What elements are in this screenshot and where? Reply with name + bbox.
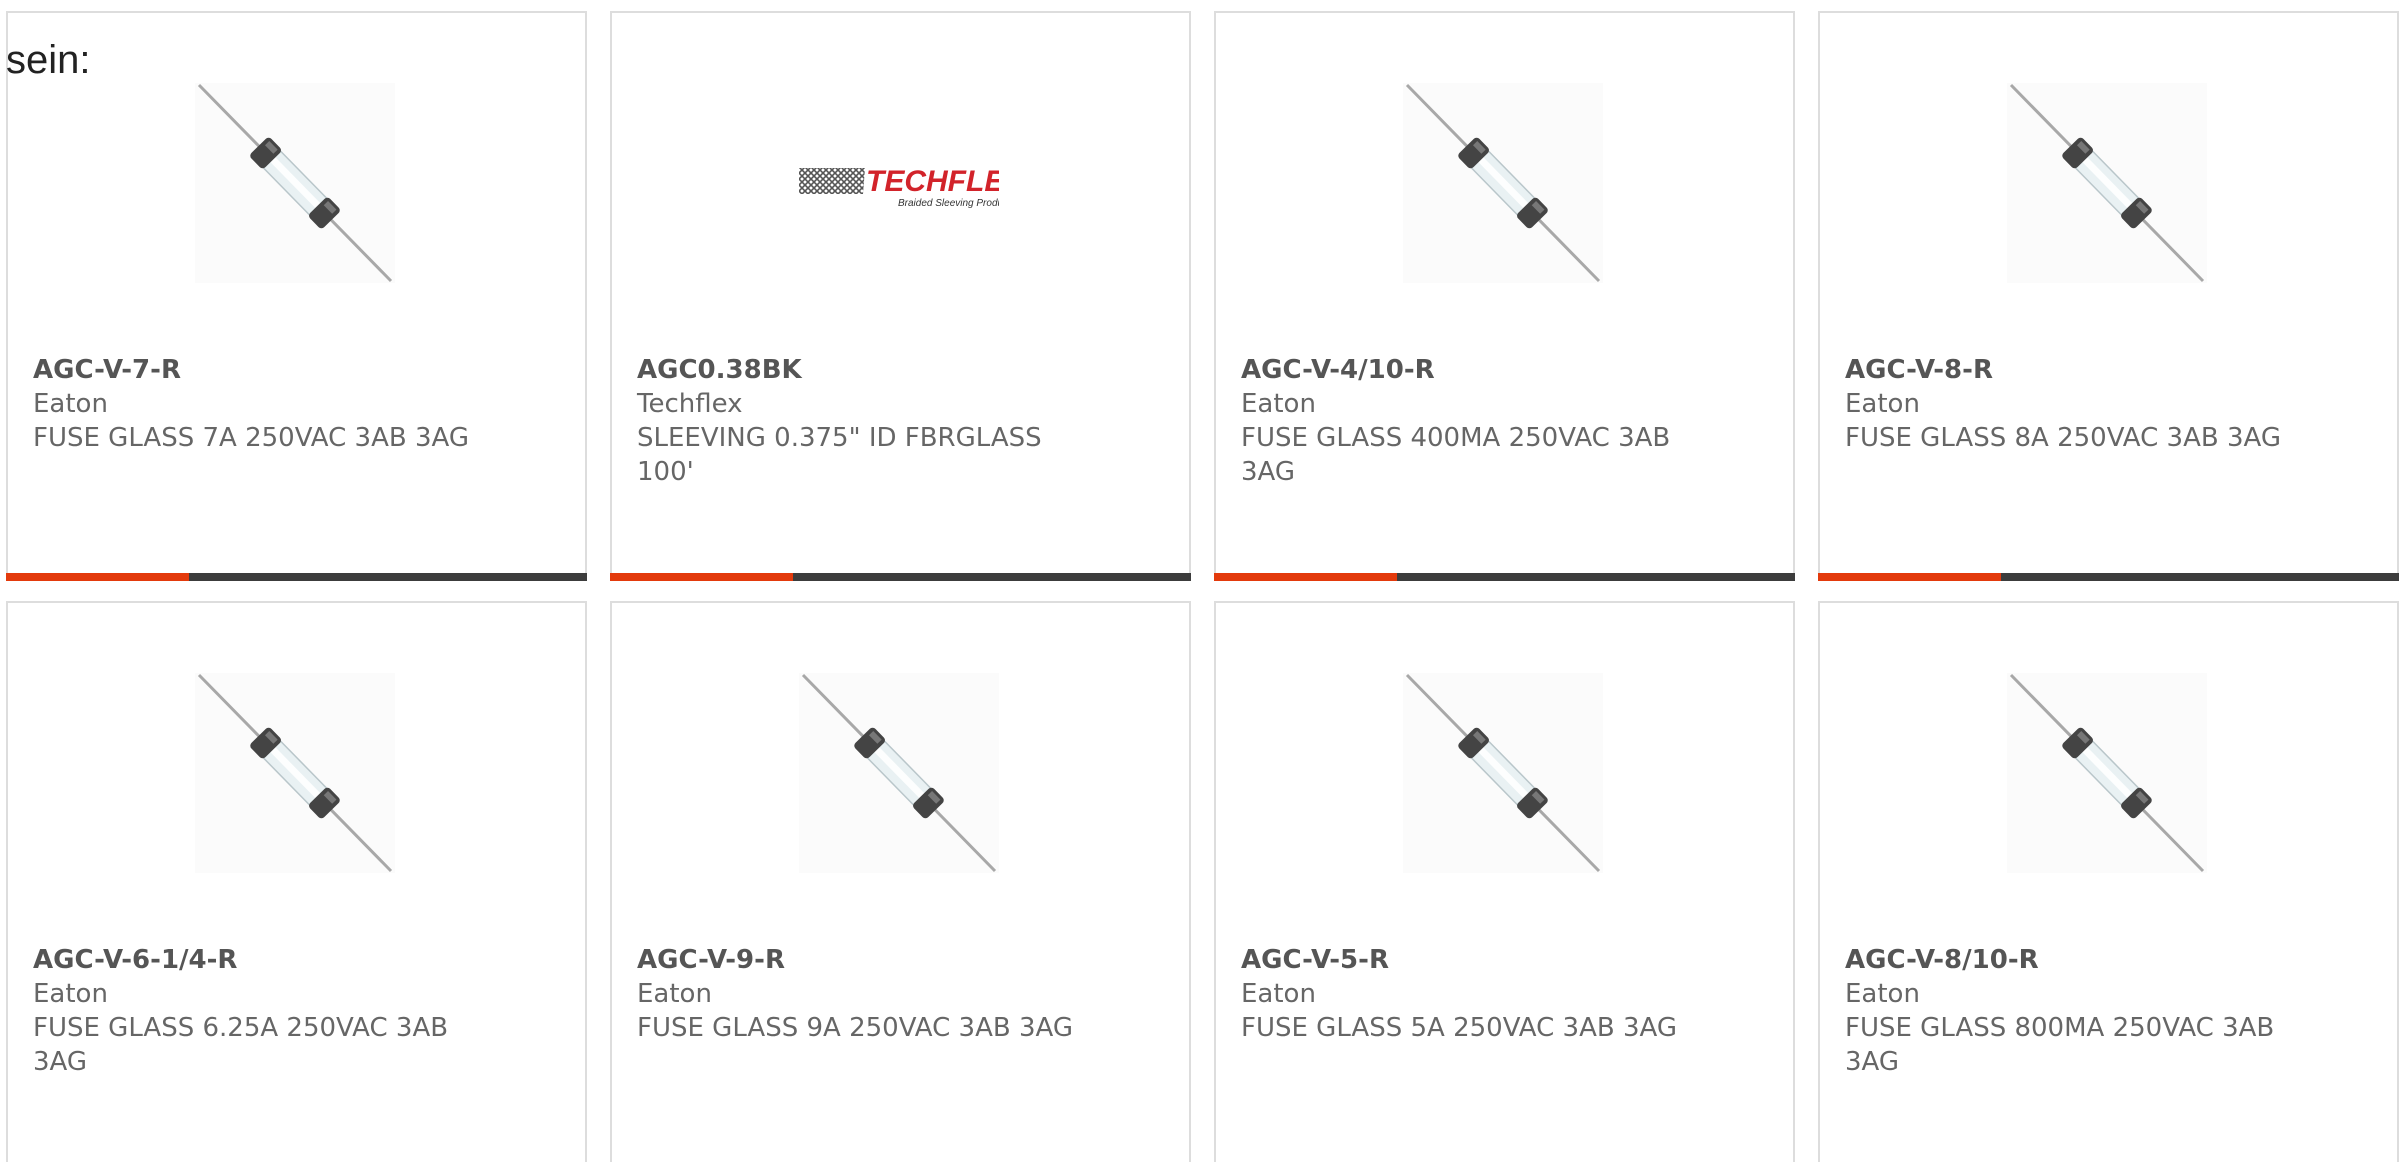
card-accent-bar bbox=[6, 573, 189, 581]
product-card[interactable]: AGC-V-9-R Eaton FUSE GLASS 9A 250VAC 3AB… bbox=[610, 601, 1191, 1162]
card-accent-bar bbox=[1214, 573, 1397, 581]
glass-fuse-icon[interactable] bbox=[2007, 673, 2207, 873]
manufacturer: Techflex bbox=[637, 389, 743, 419]
product-description: FUSE GLASS 8A 250VAC 3AB 3AG bbox=[1845, 423, 2282, 453]
product-description: FUSE GLASS 5A 250VAC 3AB 3AG bbox=[1241, 1013, 1678, 1043]
card-footer-bar bbox=[6, 573, 587, 581]
techflex-logo-text: TECHFLEX bbox=[866, 165, 999, 198]
glass-fuse-icon[interactable] bbox=[195, 83, 395, 283]
manufacturer: Eaton bbox=[1241, 979, 1316, 1009]
product-info: AGC-V-5-R Eaton FUSE GLASS 5A 250VAC 3AB… bbox=[1241, 943, 1701, 1045]
manufacturer: Eaton bbox=[33, 979, 108, 1009]
part-number-link[interactable]: AGC-V-5-R bbox=[1241, 943, 1701, 977]
product-card[interactable]: AGC-V-4/10-R Eaton FUSE GLASS 400MA 250V… bbox=[1214, 11, 1795, 581]
part-number-link[interactable]: AGC-V-8/10-R bbox=[1845, 943, 2305, 977]
card-footer-bar bbox=[610, 573, 1191, 581]
card-accent-bar bbox=[610, 573, 793, 581]
manufacturer: Eaton bbox=[637, 979, 712, 1009]
product-info: AGC0.38BK Techflex SLEEVING 0.375" ID FB… bbox=[637, 353, 1097, 489]
part-number-link[interactable]: AGC-V-8-R bbox=[1845, 353, 2305, 387]
product-info: AGC-V-7-R Eaton FUSE GLASS 7A 250VAC 3AB… bbox=[33, 353, 493, 455]
product-grid-page: sein: AGC-V-7-R Eaton FUSE GLASS 7A 250V… bbox=[0, 0, 2400, 1162]
intro-text: sein: bbox=[6, 38, 91, 82]
product-info: AGC-V-8/10-R Eaton FUSE GLASS 800MA 250V… bbox=[1845, 943, 2305, 1079]
product-card[interactable]: AGC-V-8/10-R Eaton FUSE GLASS 800MA 250V… bbox=[1818, 601, 2399, 1162]
product-description: FUSE GLASS 7A 250VAC 3AB 3AG bbox=[33, 423, 470, 453]
glass-fuse-icon[interactable] bbox=[1403, 83, 1603, 283]
product-description: FUSE GLASS 6.25A 250VAC 3AB 3AG bbox=[33, 1013, 449, 1077]
product-card[interactable]: AGC-V-6-1/4-R Eaton FUSE GLASS 6.25A 250… bbox=[6, 601, 587, 1162]
product-card[interactable]: AGC-V-5-R Eaton FUSE GLASS 5A 250VAC 3AB… bbox=[1214, 601, 1795, 1162]
product-info: AGC-V-8-R Eaton FUSE GLASS 8A 250VAC 3AB… bbox=[1845, 353, 2305, 455]
glass-fuse-icon[interactable] bbox=[195, 673, 395, 873]
product-info: AGC-V-6-1/4-R Eaton FUSE GLASS 6.25A 250… bbox=[33, 943, 493, 1079]
glass-fuse-icon[interactable] bbox=[799, 673, 999, 873]
product-description: FUSE GLASS 9A 250VAC 3AB 3AG bbox=[637, 1013, 1074, 1043]
product-info: AGC-V-9-R Eaton FUSE GLASS 9A 250VAC 3AB… bbox=[637, 943, 1097, 1045]
product-info: AGC-V-4/10-R Eaton FUSE GLASS 400MA 250V… bbox=[1241, 353, 1701, 489]
product-description: SLEEVING 0.375" ID FBRGLASS 100' bbox=[637, 423, 1042, 487]
part-number-link[interactable]: AGC0.38BK bbox=[637, 353, 1097, 387]
manufacturer: Eaton bbox=[33, 389, 108, 419]
part-number-link[interactable]: AGC-V-9-R bbox=[637, 943, 1097, 977]
product-card[interactable]: TECHFLEX Braided Sleeving Products AGC0.… bbox=[610, 11, 1191, 581]
glass-fuse-icon[interactable] bbox=[1403, 673, 1603, 873]
part-number-link[interactable]: AGC-V-6-1/4-R bbox=[33, 943, 493, 977]
card-footer-bar bbox=[1818, 573, 2399, 581]
manufacturer: Eaton bbox=[1241, 389, 1316, 419]
product-card[interactable]: AGC-V-8-R Eaton FUSE GLASS 8A 250VAC 3AB… bbox=[1818, 11, 2399, 581]
manufacturer: Eaton bbox=[1845, 389, 1920, 419]
part-number-link[interactable]: AGC-V-7-R bbox=[33, 353, 493, 387]
product-description: FUSE GLASS 800MA 250VAC 3AB 3AG bbox=[1845, 1013, 2275, 1077]
glass-fuse-icon[interactable] bbox=[2007, 83, 2207, 283]
manufacturer: Eaton bbox=[1845, 979, 1920, 1009]
product-card[interactable]: AGC-V-7-R Eaton FUSE GLASS 7A 250VAC 3AB… bbox=[6, 11, 587, 581]
card-accent-bar bbox=[1818, 573, 2001, 581]
card-footer-bar bbox=[1214, 573, 1795, 581]
part-number-link[interactable]: AGC-V-4/10-R bbox=[1241, 353, 1701, 387]
techflex-logo[interactable]: TECHFLEX Braided Sleeving Products bbox=[799, 83, 999, 283]
product-description: FUSE GLASS 400MA 250VAC 3AB 3AG bbox=[1241, 423, 1671, 487]
techflex-logo-subtext: Braided Sleeving Products bbox=[898, 198, 999, 209]
